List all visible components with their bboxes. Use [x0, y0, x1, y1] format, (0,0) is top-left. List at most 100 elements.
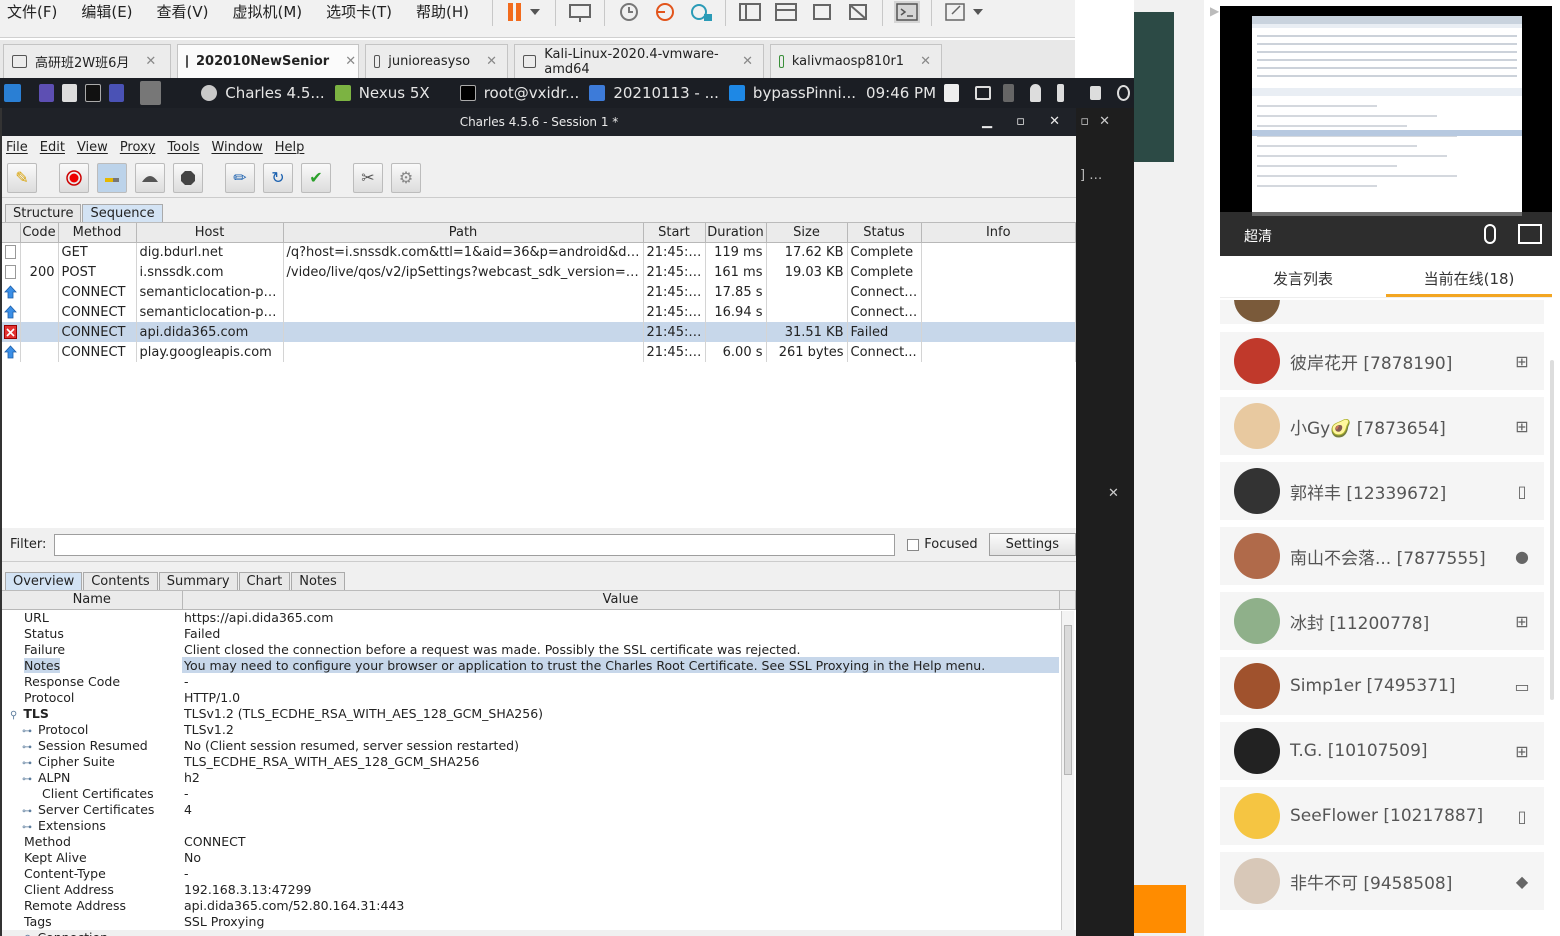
- tree-node-icon[interactable]: ⊶: [22, 742, 32, 753]
- tab-chart[interactable]: Chart: [238, 572, 291, 590]
- task-terminal[interactable]: root@vxidr...: [459, 84, 579, 102]
- tab-chat-list[interactable]: 发言列表: [1220, 262, 1386, 297]
- menu-vm[interactable]: 虚拟机(M): [226, 1, 320, 22]
- overview-row[interactable]: Client Certificates -: [2, 785, 1076, 801]
- tab-overview[interactable]: Overview: [5, 572, 83, 590]
- scrollbar[interactable]: [1550, 360, 1554, 700]
- menu-help[interactable]: 帮助(H): [409, 1, 486, 22]
- tab-structure[interactable]: Structure: [5, 204, 82, 222]
- menu-window[interactable]: Window: [211, 140, 262, 155]
- overview-row[interactable]: Method CONNECT: [2, 833, 1076, 849]
- revert-snapshot-icon[interactable]: [652, 1, 678, 23]
- overview-row[interactable]: ⚲Connection: [2, 929, 1076, 936]
- charles-launcher-icon[interactable]: [139, 81, 162, 105]
- table-row[interactable]: CONNECT semanticlocation-pa.... 21:45:38 16…: [2, 302, 1076, 322]
- close-icon[interactable]: ✕: [1108, 486, 1119, 501]
- task-nexus[interactable]: Nexus 5X: [334, 84, 430, 102]
- breakpoints-icon[interactable]: [135, 162, 165, 193]
- expand-toggle-icon[interactable]: ⚲: [10, 710, 17, 721]
- list-item[interactable]: 郭祥丰 [12339672] ▯: [1220, 462, 1544, 520]
- terminal-icon[interactable]: [894, 0, 921, 23]
- settings-button[interactable]: Settings: [988, 533, 1076, 556]
- scrollbar-thumb[interactable]: [1064, 625, 1072, 775]
- column-header-icon[interactable]: [2, 223, 21, 243]
- validate-icon[interactable]: ✔: [301, 162, 331, 193]
- overview-row[interactable]: URL https://api.dida365.com: [2, 609, 1076, 625]
- list-item[interactable]: 冰封 [11200778] ⊞: [1220, 592, 1544, 650]
- quality-label[interactable]: 超清: [1244, 229, 1272, 245]
- overview-row[interactable]: Status Failed: [2, 625, 1076, 641]
- tools-icon[interactable]: ✂: [353, 162, 383, 193]
- repeat-icon[interactable]: ↻: [263, 162, 293, 193]
- focused-checkbox[interactable]: [907, 538, 920, 551]
- overview-row[interactable]: Tags SSL Proxying: [2, 913, 1076, 929]
- tab-vm-2[interactable]: 202010NewSenior ✕: [177, 44, 359, 78]
- task-folder[interactable]: 20210113 - ...: [589, 84, 719, 102]
- table-row[interactable]: CONNECT api.dida365.com 21:45:49 31.51 KB Fa…: [2, 322, 1076, 342]
- menu-help[interactable]: Help: [275, 140, 305, 155]
- sidebar-view-icon[interactable]: [737, 1, 763, 23]
- background-orange-button[interactable]: [1134, 885, 1186, 933]
- overview-row[interactable]: Protocol HTTP/1.0: [2, 689, 1076, 705]
- display-icon[interactable]: [975, 86, 992, 100]
- menu-view[interactable]: View: [77, 140, 108, 155]
- overview-row[interactable]: ⊶ ALPN h2: [2, 769, 1076, 785]
- scrollbar[interactable]: [1061, 611, 1074, 930]
- collapse-arrow-icon[interactable]: ▶: [1210, 4, 1219, 18]
- tab-contents[interactable]: Contents: [83, 572, 158, 590]
- column-header[interactable]: Status: [847, 223, 922, 243]
- workspace-icon[interactable]: [38, 84, 54, 102]
- column-header[interactable]: Info: [921, 223, 1076, 243]
- close-icon[interactable]: ✕: [145, 54, 156, 69]
- overview-row[interactable]: ⊶ Session Resumed No (Client session resum…: [2, 737, 1076, 753]
- overview-row[interactable]: Response Code -: [2, 673, 1076, 689]
- tab-notes[interactable]: Notes: [291, 572, 345, 590]
- snapshot-manager-icon[interactable]: [688, 1, 714, 23]
- browser-icon[interactable]: [108, 84, 124, 102]
- notification-icon[interactable]: [1030, 84, 1041, 102]
- throttle-icon[interactable]: [97, 162, 127, 193]
- overview-row[interactable]: Remote Address api.dida365.com/52.80.164.…: [2, 897, 1076, 913]
- mic-icon[interactable]: [1484, 224, 1496, 244]
- overview-row[interactable]: ⊶ Protocol TLSv1.2: [2, 721, 1076, 737]
- column-header[interactable]: Name: [2, 591, 183, 610]
- tab-vm-1[interactable]: 高研班2W班6月 ✕: [3, 44, 171, 78]
- tab-vm-4[interactable]: Kali-Linux-2020.4-vmware-amd64 ✕: [514, 44, 764, 78]
- menu-file[interactable]: 文件(F): [0, 1, 74, 22]
- table-row[interactable]: 200 POST i.snssdk.com/video/live/qos/v2/ip…: [2, 262, 1076, 282]
- tab-summary[interactable]: Summary: [158, 572, 238, 590]
- column-header[interactable]: Start: [643, 223, 706, 243]
- volume-icon[interactable]: [1003, 84, 1015, 102]
- file-manager-icon[interactable]: [61, 84, 78, 102]
- unity-icon[interactable]: [845, 1, 871, 23]
- more-icon[interactable]: ] …: [1080, 168, 1102, 183]
- kali-menu-icon[interactable]: [4, 84, 21, 102]
- tab-sequence[interactable]: Sequence: [82, 204, 163, 222]
- terminal-icon[interactable]: [85, 84, 101, 102]
- popout-icon[interactable]: [1518, 224, 1542, 244]
- table-row[interactable]: CONNECT play.googleapis.com 21:45:53 6.00 s…: [2, 342, 1076, 362]
- tree-node-icon[interactable]: ⊶: [22, 726, 32, 737]
- close-icon[interactable]: ✕: [345, 54, 356, 69]
- overview-row[interactable]: Client Address 192.168.3.13:47299: [2, 881, 1076, 897]
- tab-vm-5[interactable]: kalivmaosp810r1 ✕: [770, 44, 942, 78]
- compose-icon[interactable]: ✏: [225, 162, 255, 193]
- list-item[interactable]: 彼岸花开 [7878190] ⊞: [1220, 332, 1544, 390]
- table-row[interactable]: GET dig.bdurl.net/q?host=i.snssdk.com&ttl…: [2, 242, 1076, 262]
- console-view-icon[interactable]: [773, 1, 799, 23]
- tree-node-icon[interactable]: ⊶: [22, 774, 32, 785]
- record-icon[interactable]: [59, 162, 89, 193]
- tree-node-icon[interactable]: ⊶: [22, 822, 32, 833]
- column-header[interactable]: Method: [58, 223, 137, 243]
- overview-row[interactable]: Kept Alive No: [2, 849, 1076, 865]
- menu-edit[interactable]: 编辑(E): [74, 1, 149, 22]
- battery-icon[interactable]: [1056, 84, 1065, 102]
- list-item[interactable]: T.G. [10107509] ⊞: [1220, 722, 1544, 780]
- column-header[interactable]: Code: [20, 223, 59, 243]
- overview-row[interactable]: Content-Type -: [2, 865, 1076, 881]
- overview-row[interactable]: Notes You may need to configure your brow…: [2, 657, 1076, 673]
- overview-row[interactable]: ⊶ Extensions: [2, 817, 1076, 833]
- overview-row[interactable]: ⊶ Server Certificates 4: [2, 801, 1076, 817]
- list-item[interactable]: 南山不会落... [7877555] ●: [1220, 527, 1544, 585]
- column-header[interactable]: Host: [136, 223, 284, 243]
